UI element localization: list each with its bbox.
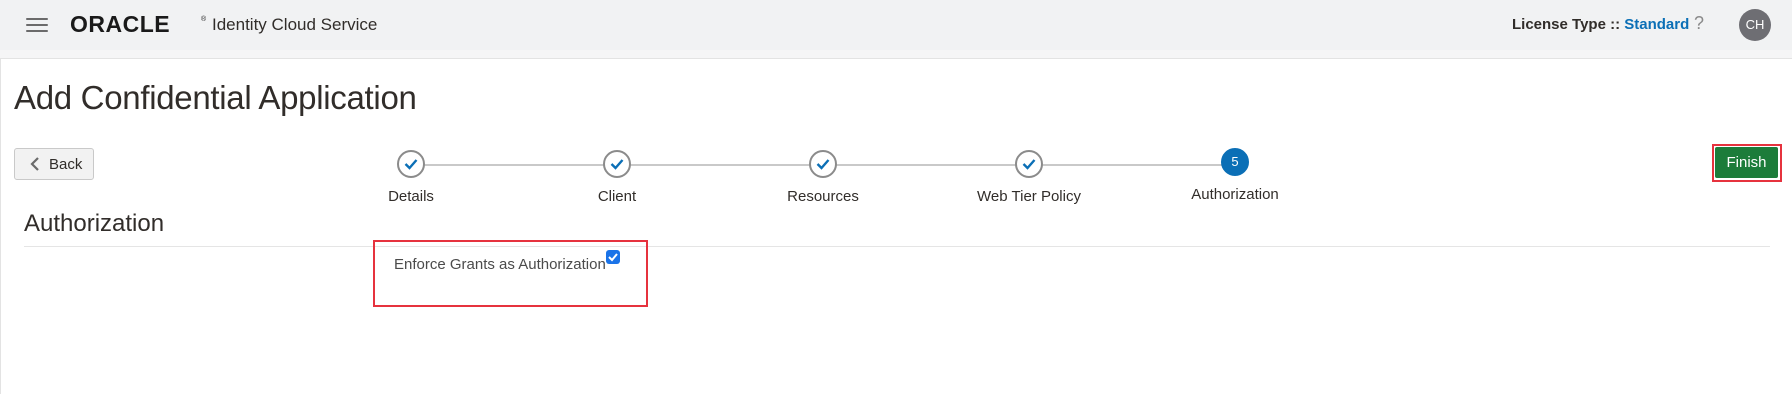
step-complete-indicator[interactable] — [1015, 150, 1043, 178]
step-label: Client — [597, 188, 637, 205]
step-label: Resources — [787, 188, 859, 205]
svg-text:®: ® — [201, 15, 207, 23]
back-button[interactable]: Back — [14, 148, 94, 180]
checkmark-icon — [816, 159, 830, 170]
checkmark-icon — [404, 159, 418, 170]
enforce-grants-checkbox[interactable] — [606, 250, 620, 264]
section-title: Authorization — [24, 210, 165, 237]
top-header-bar: ORACLE ® Identity Cloud Service License … — [0, 0, 1792, 50]
finish-button[interactable]: Finish — [1715, 147, 1778, 178]
help-icon[interactable]: ? — [1694, 13, 1704, 34]
step-label: Details — [388, 188, 434, 205]
step-label: Authorization — [1191, 186, 1279, 203]
step-complete-indicator[interactable] — [809, 150, 837, 178]
license-type-label: License Type :: — [1512, 16, 1621, 33]
step-label: Web Tier Policy — [977, 188, 1081, 205]
checkmark-icon — [1022, 159, 1036, 170]
step-complete-indicator[interactable] — [397, 150, 425, 178]
enforce-grants-label: Enforce Grants as Authorization — [394, 256, 606, 273]
hamburger-menu-icon[interactable] — [26, 18, 48, 32]
back-button-label: Back — [49, 156, 83, 173]
page-title: Add Confidential Application — [14, 79, 417, 116]
chevron-left-icon — [30, 157, 39, 171]
main-panel: Add Confidential Application Back Detail… — [0, 58, 1792, 394]
license-type: License Type :: Standard — [1512, 16, 1689, 33]
user-avatar[interactable]: CH — [1739, 9, 1771, 41]
oracle-logo[interactable]: ORACLE ® — [70, 10, 210, 38]
license-type-value[interactable]: Standard — [1624, 16, 1689, 33]
service-name: Identity Cloud Service — [212, 15, 378, 34]
checkmark-icon — [610, 159, 624, 170]
checkmark-icon — [608, 253, 618, 262]
section-divider — [24, 246, 1770, 247]
step-complete-indicator[interactable] — [603, 150, 631, 178]
svg-text:ORACLE: ORACLE — [70, 11, 170, 37]
step-number-indicator[interactable]: 5 — [1221, 148, 1249, 176]
